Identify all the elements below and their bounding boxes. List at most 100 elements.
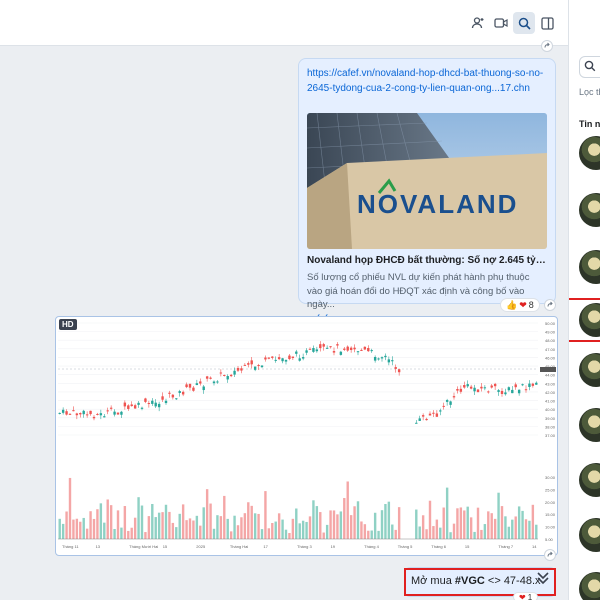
link-preview-image[interactable]: NOVALAND bbox=[307, 113, 547, 249]
avatar[interactable] bbox=[579, 408, 600, 442]
search-button[interactable] bbox=[513, 12, 535, 34]
volume-bar bbox=[469, 517, 473, 539]
candle-body bbox=[459, 388, 463, 392]
avatar[interactable] bbox=[579, 572, 600, 600]
candle-body bbox=[192, 387, 195, 391]
reaction-summary[interactable]: 👍 ❤ 8 bbox=[500, 298, 540, 312]
candle-body bbox=[181, 391, 185, 395]
hashtag-link[interactable]: #VGC bbox=[455, 575, 485, 587]
selected-conversation-highlight bbox=[569, 298, 600, 342]
volume-bar bbox=[250, 505, 253, 539]
candle-body bbox=[387, 359, 391, 363]
volume-bar bbox=[209, 503, 212, 539]
candle-body bbox=[490, 385, 493, 388]
candle-body bbox=[356, 351, 360, 353]
avatar[interactable] bbox=[579, 463, 600, 497]
sidebar-search-input[interactable] bbox=[579, 56, 600, 78]
volume-bar bbox=[394, 529, 397, 539]
candle-body bbox=[243, 364, 247, 366]
volume-bar bbox=[421, 515, 425, 539]
x-tick-label: 13 bbox=[96, 544, 101, 549]
candle-body bbox=[137, 402, 140, 405]
volume-bar bbox=[456, 508, 459, 539]
avatar[interactable] bbox=[579, 518, 600, 552]
filter-label[interactable]: Lọc th bbox=[579, 87, 600, 97]
candle-body bbox=[216, 381, 219, 383]
volume-bar bbox=[284, 529, 288, 539]
share-icon[interactable] bbox=[541, 40, 553, 52]
candle-body bbox=[171, 394, 175, 398]
volume-bar bbox=[397, 507, 401, 539]
candle-body bbox=[521, 384, 524, 386]
link-message[interactable]: https://cafef.vn/novaland-hop-dhcd-bat-t… bbox=[298, 58, 556, 324]
volume-bar bbox=[212, 528, 216, 539]
x-tick-label: Tháng 7 bbox=[498, 544, 513, 549]
chat-header bbox=[0, 0, 568, 46]
candle-body bbox=[195, 383, 199, 386]
chat-messages[interactable]: https://cafef.vn/novaland-hop-dhcd-bat-t… bbox=[0, 40, 568, 600]
volume-bar bbox=[236, 525, 240, 539]
price-tick-label: 50.00 bbox=[545, 321, 556, 326]
share-icon[interactable] bbox=[544, 299, 556, 311]
x-tick-label: Tháng 6 bbox=[431, 544, 446, 549]
volume-bar bbox=[85, 528, 89, 539]
candle-body bbox=[483, 387, 487, 389]
image-message[interactable]: HD 50.00 49.00 48.00 47.00 46.00 45.00 44.00 43… bbox=[55, 316, 558, 556]
volume-bar bbox=[127, 530, 130, 539]
candle-body bbox=[373, 356, 377, 361]
candle-body bbox=[421, 415, 425, 417]
toggle-panel-button[interactable] bbox=[536, 12, 558, 34]
volume-bar bbox=[157, 512, 161, 539]
candle-body bbox=[511, 389, 514, 394]
candle-body bbox=[92, 416, 96, 419]
candle-body bbox=[370, 350, 373, 352]
candle-body bbox=[469, 386, 473, 389]
avatar[interactable] bbox=[579, 193, 600, 227]
candle-body bbox=[497, 390, 500, 392]
volume-bar bbox=[346, 481, 349, 539]
volume-bar bbox=[137, 497, 140, 539]
avatar[interactable] bbox=[579, 353, 600, 387]
share-icon[interactable] bbox=[544, 549, 556, 561]
message-link[interactable]: https://cafef.vn/novaland-hop-dhcd-bat-t… bbox=[307, 66, 547, 96]
reaction-summary[interactable]: ❤ 1 bbox=[513, 592, 539, 600]
conversation-sidebar: Lọc th Tin nh bbox=[568, 0, 600, 600]
volume-bar bbox=[449, 532, 452, 539]
volume-bar bbox=[123, 506, 127, 539]
video-call-button[interactable] bbox=[490, 12, 512, 34]
candle-body bbox=[274, 359, 277, 361]
avatar[interactable] bbox=[579, 136, 600, 170]
volume-bar bbox=[99, 503, 103, 539]
candle-body bbox=[507, 387, 511, 391]
scroll-to-bottom-button[interactable] bbox=[533, 567, 553, 589]
volume-bar bbox=[247, 502, 250, 539]
candle-body bbox=[397, 369, 401, 373]
volume-bar bbox=[195, 515, 199, 539]
avatar[interactable] bbox=[579, 250, 600, 284]
stock-chart-image: 50.0049.0048.0047.0046.0045.0044.0043.00… bbox=[58, 321, 556, 549]
volume-bar bbox=[116, 510, 120, 539]
link-title[interactable]: Novaland họp ĐHCĐ bất thường: Số nợ 2.64… bbox=[307, 255, 547, 266]
candle-body bbox=[75, 413, 79, 416]
search-icon bbox=[584, 60, 596, 72]
add-person-icon bbox=[471, 17, 484, 29]
price-tick-label: 42.00 bbox=[545, 390, 556, 395]
add-member-button[interactable] bbox=[467, 12, 489, 34]
candle-body bbox=[456, 388, 459, 391]
candle-body bbox=[380, 357, 384, 359]
price-tick-label: 39.00 bbox=[545, 416, 556, 421]
preview-brand-text: NOVALAND bbox=[357, 189, 518, 219]
price-tick-label: 40.00 bbox=[545, 407, 556, 412]
novaland-building-image: NOVALAND bbox=[307, 113, 547, 249]
candle-body bbox=[123, 402, 127, 407]
volume-bar bbox=[380, 510, 384, 539]
volume-bar bbox=[229, 531, 233, 539]
candle-body bbox=[106, 410, 109, 412]
volume-bar bbox=[504, 516, 507, 539]
volume-bar bbox=[418, 526, 421, 539]
volume-bar bbox=[291, 518, 295, 539]
volume-bar bbox=[181, 504, 185, 539]
candle-body bbox=[452, 396, 456, 398]
volume-bar bbox=[483, 524, 487, 539]
volume-bar bbox=[65, 511, 68, 539]
